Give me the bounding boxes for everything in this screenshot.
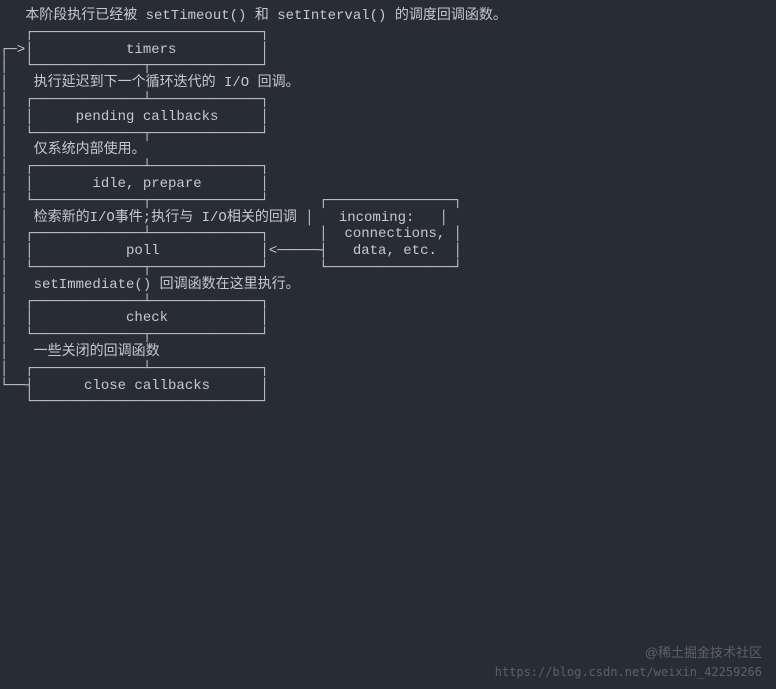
box-edge: │ ┌─────────────┴─────────────┐: [0, 92, 269, 108]
phase-check: │ │ check │: [0, 310, 269, 326]
box-edge: │ └─────────────┬─────────────┘ └───────…: [0, 260, 462, 276]
desc-poll: │ 检索新的I/O事件;执行与 I/O相关的回调 │ incoming: │: [0, 210, 448, 226]
desc-timers: 本阶段执行已经被 setTimeout() 和 setInterval() 的调…: [0, 8, 507, 24]
phase-poll: │ │ poll │<─────┤ data, etc. │: [0, 243, 462, 259]
phase-idle-prepare: │ │ idle, prepare │: [0, 176, 269, 192]
box-edge: │ ┌─────────────┴─────────────┐: [0, 361, 269, 377]
watermark-url: https://blog.csdn.net/weixin_42259266: [495, 665, 762, 679]
box-edge: │ ┌─────────────┴─────────────┐: [0, 159, 269, 175]
box-edge: │ ┌─────────────┴─────────────┐: [0, 294, 269, 310]
box-edge: └───────────────────────────┘: [0, 394, 269, 410]
desc-close-callbacks: │ 一些关闭的回调函数: [0, 344, 160, 360]
box-edge: ┌───────────────────────────┐: [0, 25, 269, 41]
phase-timers: ┌─>│ timers │: [0, 42, 269, 58]
box-edge: │ └─────────────┬─────────────┘: [0, 327, 269, 343]
box-edge: │ ┌─────────────┴─────────────┐ │ connec…: [0, 226, 462, 242]
desc-pending-callbacks: │ 执行延迟到下一个循环迭代的 I/O 回调。: [0, 75, 300, 91]
ascii-diagram: 本阶段执行已经被 setTimeout() 和 setInterval() 的调…: [0, 0, 776, 411]
desc-idle-prepare: │ 仅系统内部使用。: [0, 142, 146, 158]
box-edge: │ └─────────────┬─────────────┘: [0, 126, 269, 142]
desc-check: │ setImmediate() 回调函数在这里执行。: [0, 277, 300, 293]
watermark-community: @稀土掘金技术社区: [645, 645, 762, 661]
box-edge: │ └─────────────┬─────────────┘ ┌───────…: [0, 193, 462, 209]
box-edge: │ └─────────────┬─────────────┘: [0, 58, 269, 74]
phase-pending-callbacks: │ │ pending callbacks │: [0, 109, 269, 125]
phase-close-callbacks: └──┤ close callbacks │: [0, 378, 269, 394]
